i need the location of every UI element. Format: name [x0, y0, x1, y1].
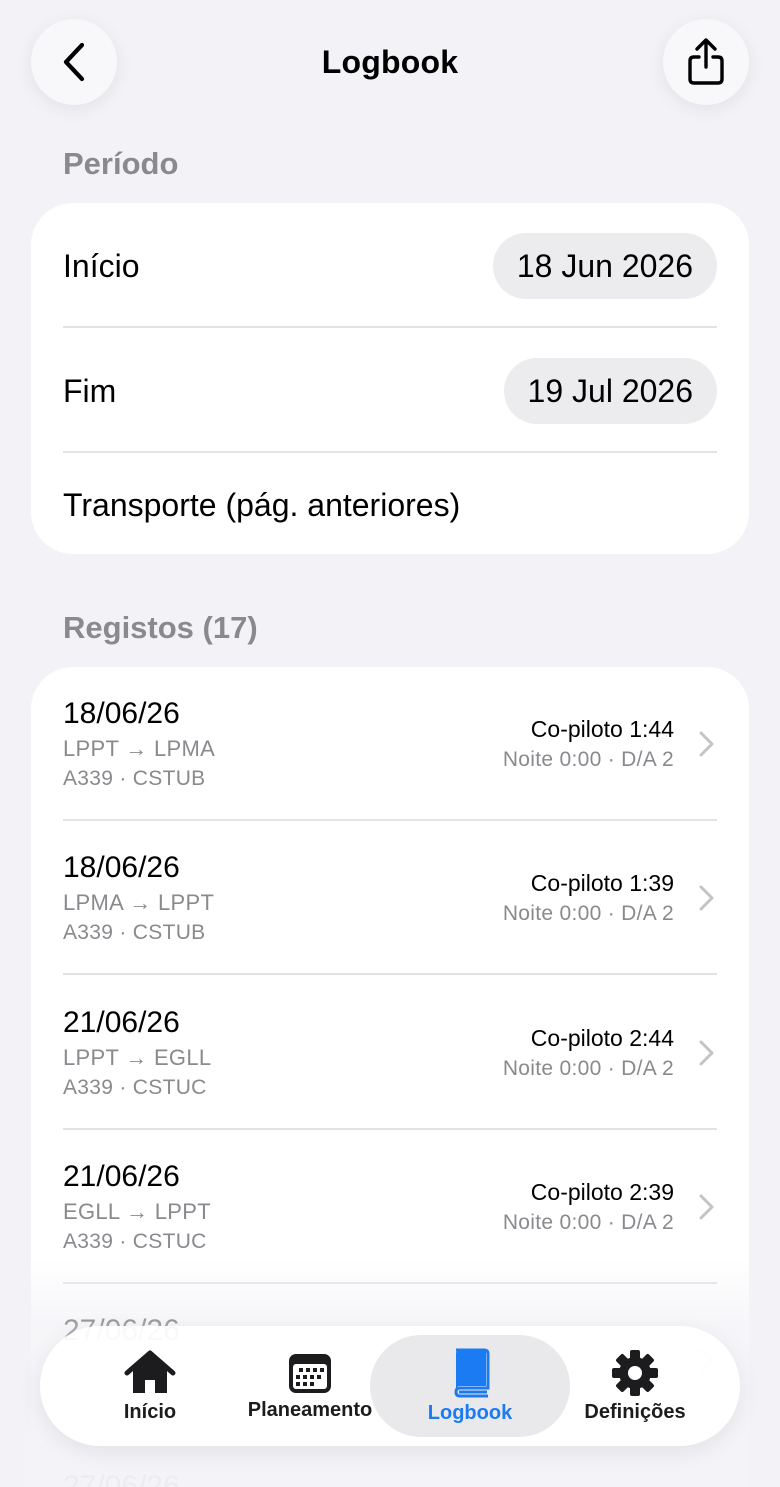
entry-date: 21/06/26: [63, 1160, 180, 1193]
periodo-card: Início 18 Jun 2026 Fim 19 Jul 2026 Trans…: [31, 203, 749, 554]
chevron-right-icon: [699, 731, 714, 757]
entry-night-landings: Noite 0:00 · D/A 2: [502, 902, 674, 925]
registos-section-header: Registos (17): [63, 610, 258, 645]
entry-aircraft: A339 · CSTUC: [63, 1076, 207, 1099]
divider: [63, 451, 717, 453]
transporte-label: Transporte (pág. anteriores): [63, 486, 461, 523]
entry-role-time: Co-piloto 2:39: [530, 1179, 674, 1205]
entry-route: LPPT → LPMA: [63, 736, 216, 761]
entry-route: LPPT → EGLL: [63, 1045, 212, 1070]
periodo-section-header: Período: [63, 146, 179, 181]
house-icon: [124, 1350, 176, 1393]
log-entry-row[interactable]: 18/06/26 LPMA → LPPT A339 · CSTUB Co-pil…: [31, 821, 749, 975]
tab-definicoes[interactable]: Definições: [575, 1326, 695, 1446]
entry-date: 21/06/26: [63, 1006, 180, 1039]
entry-route: LPMA → LPPT: [63, 890, 215, 915]
tab-logbook[interactable]: Logbook: [370, 1326, 570, 1446]
tab-inicio[interactable]: Início: [100, 1326, 200, 1446]
entry-role-time: Co-piloto 2:44: [530, 1025, 674, 1051]
entry-date: 18/06/26: [63, 697, 180, 730]
entry-night-landings: Noite 0:00 · D/A 2: [502, 1211, 674, 1234]
tab-label: Planeamento: [247, 1398, 373, 1421]
inicio-date-picker[interactable]: 18 Jun 2026: [492, 233, 717, 299]
calendar-icon: [289, 1353, 331, 1393]
fim-date-picker[interactable]: 19 Jul 2026: [503, 358, 717, 424]
tab-label: Logbook: [427, 1401, 513, 1424]
tab-label: Início: [123, 1400, 177, 1423]
divider: [63, 326, 717, 328]
share-icon: [688, 38, 724, 85]
entry-aircraft: A339 · CSTUB: [63, 767, 206, 790]
entry-aircraft: A339 · CSTUC: [63, 1230, 207, 1253]
chevron-right-icon: [699, 885, 714, 911]
share-button[interactable]: [663, 19, 749, 105]
transporte-row[interactable]: Transporte (pág. anteriores): [63, 485, 717, 525]
gear-icon: [612, 1349, 658, 1396]
entry-night-landings: Noite 0:00 · D/A 2: [502, 1057, 674, 1080]
entry-date: 18/06/26: [63, 851, 180, 884]
entry-route: EGLL → LPPT: [63, 1199, 211, 1224]
fim-label: Fim: [63, 372, 117, 409]
inicio-row[interactable]: Início 18 Jun 2026: [63, 233, 717, 299]
tab-planeamento[interactable]: Planeamento: [240, 1326, 380, 1446]
tab-label: Definições: [584, 1400, 686, 1423]
tab-bar: Início Planeamento Logbook Definições: [40, 1326, 740, 1446]
entry-night-landings: Noite 0:00 · D/A 2: [502, 748, 674, 771]
log-entry-row[interactable]: 21/06/26 EGLL → LPPT A339 · CSTUC Co-pil…: [31, 1130, 749, 1284]
entry-role-time: Co-piloto 1:44: [530, 716, 674, 742]
inicio-label: Início: [63, 247, 140, 284]
divider: [63, 973, 717, 975]
fim-row[interactable]: Fim 19 Jul 2026: [63, 358, 717, 424]
book-icon: [454, 1348, 490, 1397]
chevron-right-icon: [699, 1194, 714, 1220]
entry-aircraft: A339 · CSTUB: [63, 921, 206, 944]
log-entry-row[interactable]: 21/06/26 LPPT → EGLL A339 · CSTUC Co-pil…: [31, 976, 749, 1130]
entry-date: 27/06/26: [63, 1470, 180, 1487]
chevron-right-icon: [699, 1040, 714, 1066]
entry-role-time: Co-piloto 1:39: [530, 870, 674, 896]
log-entry-row[interactable]: 18/06/26 LPPT → LPMA A339 · CSTUB Co-pil…: [31, 667, 749, 821]
